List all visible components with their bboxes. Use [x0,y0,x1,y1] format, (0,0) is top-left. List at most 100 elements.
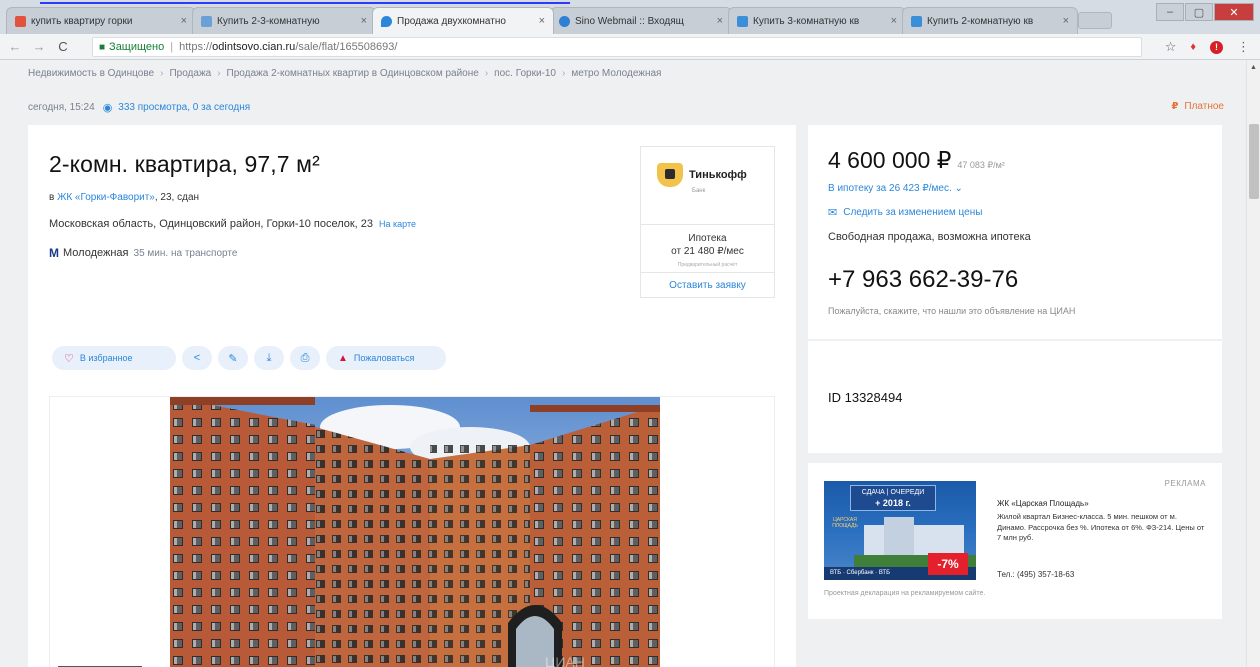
tab-close-icon[interactable]: × [361,15,367,27]
eye-icon: ◉ [102,102,113,114]
ad-ribbon: СДАЧА | ОЧЕРЕДИ + 2018 г. [850,485,936,511]
minimize-button[interactable]: – [1156,3,1184,21]
page-title: 2-комн. квартира, 97,7 м² [49,151,320,177]
download-icon: ⤓ [266,351,272,364]
photo-gallery[interactable]: ЦИАН [49,396,775,667]
breadcrumb-separator: › [484,68,489,79]
maximize-button[interactable]: ▢ [1185,3,1213,21]
print-icon: ⎙ [300,351,310,364]
tab-favicon [559,15,570,27]
breadcrumb-link[interactable]: Продажа 2-комнатных квартир в Одинцовско… [227,68,479,79]
views-count[interactable]: 333 просмотра, 0 за сегодня [118,102,250,113]
address-bar[interactable]: ■ Защищено | https://odintsovo.cian.ru/s… [92,37,1142,57]
tab-title: Купить 3-комнатную кв [753,15,860,27]
bank-mortgage-widget: Тинькофф Банк Ипотека от 21 480 ₽/мес Пр… [640,146,775,298]
ad-title[interactable]: ЖК «Царская Площадь» [997,499,1089,508]
edit-button[interactable]: ✎ [218,346,248,370]
listing-meta: сегодня, 15:24 ◉ 333 просмотра, 0 за сег… [28,101,250,114]
tab-close-icon[interactable]: × [181,15,187,27]
forward-arrow-icon[interactable]: → [30,39,48,54]
browser-tab-3-active[interactable]: Продажа двухкомнатно × [372,7,554,34]
mortgage-dropdown[interactable]: В ипотеку за 26 423 ₽/мес. ⌄ [828,183,963,194]
share-button[interactable]: < [182,346,212,370]
listing-address: Московская область, Одинцовский район, Г… [49,218,416,230]
ad-discount-badge: -7% [928,553,968,575]
listing-actions: ♡ В избранное < ✎ ⤓ ⎙ ▲ Пожаловаться [52,346,446,370]
tab-title: Купить 2-3-комнатную [217,15,320,27]
browser-tab-6[interactable]: Купить 2-комнатную кв × [902,7,1078,34]
close-window-button[interactable]: ✕ [1214,3,1254,21]
phone-number[interactable]: +7 963 662-39-76 [828,266,1018,294]
bookmark-star-icon[interactable]: ☆ [1165,39,1177,55]
back-arrow-icon[interactable]: ← [6,39,24,54]
browser-tab-4[interactable]: Sino Webmail :: Входящ × [550,7,732,34]
breadcrumb-separator: › [217,68,221,79]
metro-station: Молодежная [63,247,129,259]
scrollbar-thumb[interactable] [1249,124,1259,199]
new-tab-button[interactable] [1078,12,1112,29]
add-to-favorites-button[interactable]: ♡ В избранное [52,346,176,370]
bank-logo: Тинькофф [657,163,747,187]
url-text: https://odintsovo.cian.ru/sale/flat/1655… [179,41,397,53]
extension-icon[interactable]: ♦ [1190,41,1196,53]
browser-tab-2[interactable]: Купить 2-3-комнатную × [192,7,376,34]
listing-id-card: ID 13328494 [808,341,1222,453]
breadcrumb-link[interactable]: Продажа [169,68,211,79]
tab-favicon [201,15,212,27]
price-card: 4 600 000 ₽ 47 083 ₽/м² В ипотеку за 26 4… [808,125,1222,339]
warning-icon: ▲ [338,352,348,364]
ad-ribbon-line1: СДАЧА | ОЧЕРЕДИ [861,489,925,496]
download-button[interactable]: ⤓ [254,346,284,370]
mortgage-note: Предварительный расчёт [677,262,738,268]
follow-price-label: Следить за изменением цены [843,207,983,218]
tab-title: Продажа двухкомнатно [397,15,506,27]
browser-menu-icon[interactable]: ⋮ [1237,39,1250,55]
heart-icon: ♡ [64,352,74,365]
extension-badge-icon[interactable]: ! [1210,40,1223,54]
ad-disclaimer: Проектная декларация на рекламируемом са… [824,590,986,597]
scroll-up-arrow-icon[interactable]: ▲ [1250,64,1257,71]
listing-id: ID 13328494 [828,390,903,405]
tab-favicon [15,15,26,27]
apartment-building-photo[interactable]: ЦИАН [170,397,660,667]
complex-link[interactable]: ЖК «Горки-Фаворит» [57,192,155,203]
tab-close-icon[interactable]: × [717,15,723,27]
paid-listing-label: ₽ Платное [1171,101,1224,112]
breadcrumb-link[interactable]: пос. Горки-10 [494,68,556,79]
window-controls: – ▢ ✕ [1156,3,1254,21]
listing-main-card: 2-комн. квартира, 97,7 м² в ЖК «Горки-Фа… [28,125,796,667]
envelope-icon: ✉ [828,207,838,219]
pencil-icon: ✎ [228,352,238,365]
tab-close-icon[interactable]: × [1063,15,1069,27]
report-button[interactable]: ▲ Пожаловаться [326,346,446,370]
complex-suffix: , 23, сдан [154,192,200,203]
tab-favicon [381,15,392,27]
ad-text: Жилой квартал Бизнес-класса. 5 мин. пешк… [997,512,1205,542]
sale-type: Свободная продажа, возможна ипотека [828,231,1031,243]
tab-close-icon[interactable]: × [539,15,545,27]
follow-price-link[interactable]: ✉ Следить за изменением цены [828,206,982,219]
browser-tab-1[interactable]: купить квартиру горки × [6,7,196,34]
browser-tabstrip: купить квартиру горки × Купить 2-3-комна… [0,0,1260,34]
ad-banner-image[interactable]: СДАЧА | ОЧЕРЕДИ + 2018 г. ЦАРСКАЯ ПЛОЩАД… [824,481,976,580]
page-scrollbar[interactable]: ▲ [1246,60,1260,667]
reload-icon[interactable]: C [54,39,72,54]
apply-button[interactable]: Оставить заявку [641,280,774,291]
metro-distance: 35 мин. на транспорте [133,247,238,259]
secure-label: Защищено [109,41,165,53]
breadcrumb-link[interactable]: Недвижимость в Одинцове [28,68,154,79]
url-path: /sale/flat/165508693/ [295,41,398,53]
tab-close-icon[interactable]: × [891,15,897,27]
print-button[interactable]: ⎙ [290,346,320,370]
tab-favicon [911,15,922,27]
advertisement-card[interactable]: РЕКЛАМА СДАЧА | ОЧЕРЕДИ + 2018 г. ЦАРСКА… [808,463,1222,619]
divider [641,224,774,225]
page-content: Недвижимость в Одинцове › Продажа › Продажа … [0,60,1246,667]
favorite-label: В избранное [79,353,133,363]
lock-icon: ■ [99,41,106,53]
browser-tab-5[interactable]: Купить 3-комнатную кв × [728,7,906,34]
svg-text:ЦИАН: ЦИАН [545,654,585,667]
breadcrumb-link[interactable]: метро Молодежная [571,68,661,79]
breadcrumb: Недвижимость в Одинцове › Продажа › Продажа … [28,68,661,79]
on-map-link[interactable]: На карте [379,219,416,229]
